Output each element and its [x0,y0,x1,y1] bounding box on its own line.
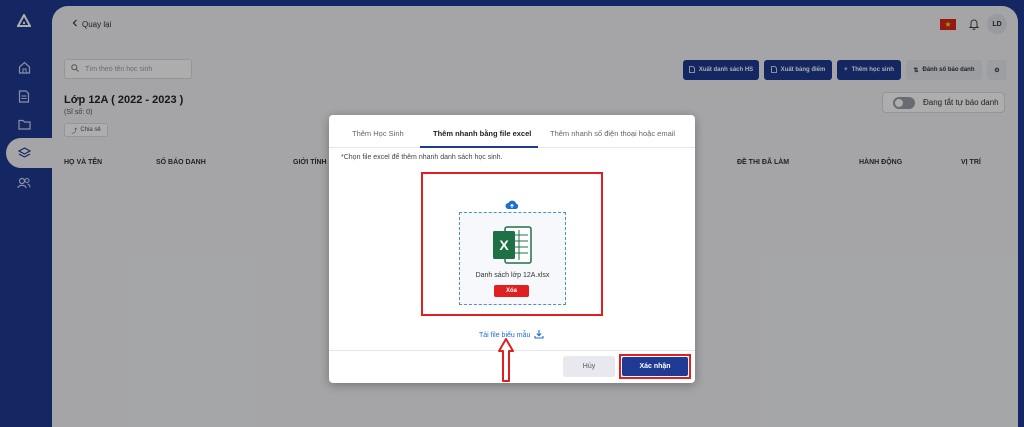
file-name: Danh sách lớp 12A.xlsx [475,272,550,279]
confirm-button[interactable]: Xác nhận [622,357,688,376]
excel-file-icon: X [491,224,533,266]
tab-phone-email[interactable]: Thêm nhanh số điện thoại hoặc email [550,129,675,138]
arrow-up-icon [498,338,514,387]
tab-excel-upload[interactable]: Thêm nhanh bằng file excel [433,129,531,138]
active-tab-underline [420,146,538,148]
cancel-button[interactable]: Hủy [563,356,615,377]
delete-file-button[interactable]: Xóa [494,285,529,297]
download-icon [534,329,544,341]
svg-text:X: X [499,237,509,253]
upload-hint: *Chọn file excel để thêm nhanh danh sách… [341,154,503,161]
tab-add-student[interactable]: Thêm Học Sinh [352,129,404,138]
